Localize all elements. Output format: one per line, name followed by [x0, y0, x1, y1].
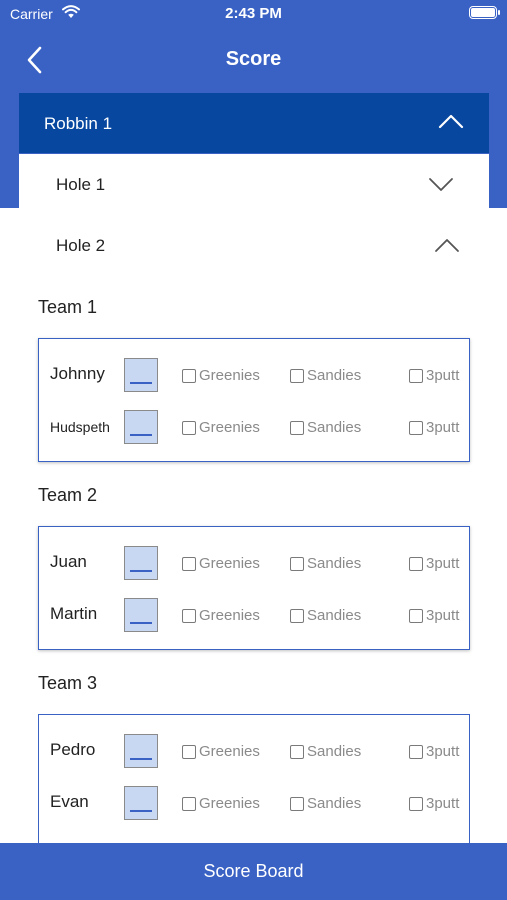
- team-card: Johnny Greenies Sandies 3putt Hudspeth G…: [38, 338, 470, 462]
- checkbox-label: Sandies: [307, 419, 362, 436]
- score-input[interactable]: [124, 786, 158, 820]
- score-input[interactable]: [124, 410, 158, 444]
- team-card: Pedro Greenies Sandies 3putt Evan Greeni…: [38, 714, 470, 843]
- hole-row-2[interactable]: Hole 2: [19, 215, 489, 275]
- page-title: Score: [225, 48, 282, 70]
- battery-icon: [469, 6, 500, 19]
- round-title: Robbin 1: [44, 114, 113, 133]
- player-row: Hudspeth Greenies Sandies 3putt: [39, 407, 469, 447]
- hole-label: Hole 2: [56, 236, 106, 255]
- checkbox-label: Greenies: [199, 743, 260, 760]
- team-title: Team 1: [38, 297, 98, 317]
- checkbox-label: Greenies: [199, 367, 260, 384]
- round-accordion-header[interactable]: Robbin 1: [19, 93, 489, 153]
- player-name: Pedro: [50, 740, 96, 759]
- hole-label: Hole 1: [56, 175, 106, 194]
- score-input[interactable]: [124, 358, 158, 392]
- team-card: Juan Greenies Sandies 3putt Martin Green…: [38, 526, 470, 650]
- checkbox-label: Sandies: [307, 607, 362, 624]
- hole-row-1[interactable]: Hole 1: [19, 154, 489, 214]
- nav-bar: Score: [0, 38, 507, 82]
- checkbox-label: Greenies: [199, 607, 260, 624]
- player-row: Evan Greenies Sandies 3putt: [39, 783, 469, 823]
- player-row: Juan Greenies Sandies 3putt: [39, 543, 469, 583]
- chevron-down-icon: [429, 178, 453, 191]
- checkbox-label: 3putt: [426, 555, 460, 572]
- score-input[interactable]: [124, 734, 158, 768]
- checkbox-label: 3putt: [426, 607, 460, 624]
- checkbox-label: 3putt: [426, 419, 460, 436]
- checkbox-label: 3putt: [426, 795, 460, 812]
- score-input[interactable]: [124, 598, 158, 632]
- checkbox-label: Greenies: [199, 419, 260, 436]
- player-row: Pedro Greenies Sandies 3putt: [39, 731, 469, 771]
- status-time: 2:43 PM: [225, 5, 282, 22]
- checkbox-label: 3putt: [426, 367, 460, 384]
- checkbox-label: Sandies: [307, 367, 362, 384]
- player-row: Martin Greenies Sandies 3putt: [39, 595, 469, 635]
- team-title: Team 2: [38, 485, 98, 505]
- status-bar: Carrier 2:43 PM: [0, 0, 507, 30]
- checkbox-label: Sandies: [307, 795, 362, 812]
- score-board-button[interactable]: Score Board: [0, 843, 507, 900]
- player-name: Juan: [50, 552, 87, 571]
- checkbox-label: 3putt: [426, 743, 460, 760]
- score-input[interactable]: [124, 546, 158, 580]
- player-name: Evan: [50, 792, 89, 811]
- player-name: Johnny: [50, 364, 105, 383]
- checkbox-label: Sandies: [307, 555, 362, 572]
- player-name: Hudspeth: [50, 419, 110, 435]
- checkbox-label: Greenies: [199, 795, 260, 812]
- checkbox-label: Sandies: [307, 743, 362, 760]
- team-title: Team 3: [38, 673, 98, 693]
- chevron-up-icon: [438, 114, 464, 129]
- player-name: Martin: [50, 604, 98, 623]
- chevron-up-icon: [435, 239, 459, 252]
- player-row: Johnny Greenies Sandies 3putt: [39, 355, 469, 395]
- checkbox-label: Greenies: [199, 555, 260, 572]
